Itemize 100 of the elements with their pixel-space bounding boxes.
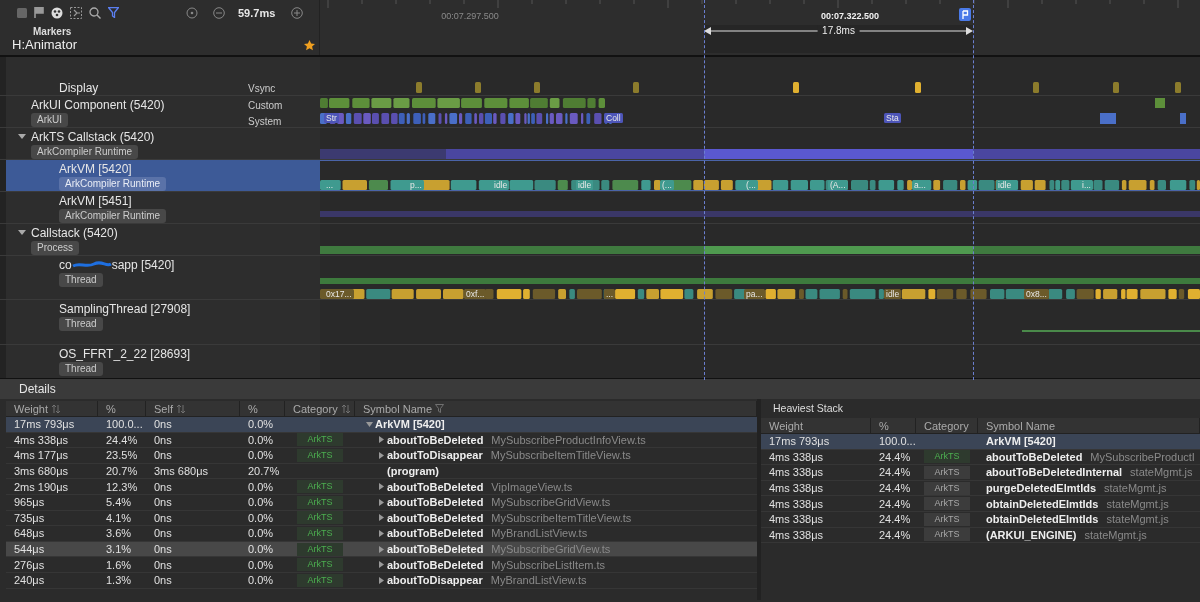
table-row[interactable]: 735μs 4.1% 0ns 0.0% ArkTS aboutToBeDeleted MySubscribeItemTitleView.ts (6, 510, 757, 527)
table-cell-text: 0ns (153, 527, 173, 540)
file-name: MySubscribeProductInfoView.ts (491, 433, 646, 446)
category-tag: ArkTS (297, 511, 343, 525)
symbol-name: aboutToBeDeleted (387, 511, 484, 524)
table-cell-text: 24.4% (105, 433, 139, 446)
column-header[interactable]: Category (916, 418, 978, 433)
file-name: MySubscribeGridView.ts (491, 543, 611, 556)
select-box-icon[interactable] (70, 6, 82, 19)
table-cell-text: 1.6% (105, 558, 133, 571)
search-icon[interactable] (89, 6, 101, 19)
table-cell-text: 0.0% (247, 433, 275, 446)
track-label: Vsync (248, 82, 277, 96)
table-cell-text: 4ms 338μs (768, 450, 825, 463)
table-cell-text: 4ms 338μs (768, 513, 825, 526)
file-name: stateMgmt.js (1106, 497, 1169, 510)
collapse-icon[interactable] (18, 133, 26, 141)
symbol-name: aboutToDisappear (387, 574, 483, 587)
table-row[interactable]: 3ms 680μs 20.7% 3ms 680μs 20.7% (program) (6, 463, 757, 480)
collapse-icon[interactable] (18, 229, 26, 237)
table-row[interactable]: 4ms 338μs 24.4% ArkTS aboutToBeDeleted MySubscribeProductI (761, 449, 1200, 466)
slice-label: p... (408, 180, 424, 190)
track-tag: ArkCompiler Runtime (59, 209, 167, 223)
table-row[interactable]: 648μs 3.6% 0ns 0.0% ArkTS aboutToBeDeleted MyBrandListView.ts (6, 526, 757, 542)
flag-icon[interactable] (34, 7, 44, 18)
sort-icon[interactable] (340, 403, 351, 414)
category-tag: ArkTS (297, 558, 343, 572)
column-header[interactable]: Symbol Name (355, 401, 757, 416)
table-row[interactable]: 4ms 338μs 24.4% ArkTS obtainDeletedElmtIds stateMgmt.js (761, 511, 1200, 528)
table-row[interactable]: 17ms 793μs 100.0... 0ns 0.0% ArkVM [5420] (6, 417, 757, 433)
track-tag: Thread (59, 362, 103, 376)
zoom-in-icon[interactable] (291, 6, 304, 19)
column-header[interactable]: Weight (6, 401, 98, 416)
table-cell-text: 1.3% (105, 574, 133, 587)
table-cell-text: 4ms 338μs (13, 433, 70, 446)
symbol-name: ArkVM [5420] (986, 435, 1056, 448)
file-name: MySubscribeItemTitleView.ts (491, 511, 632, 524)
range-duration: 17.8ms (817, 25, 860, 37)
table-row[interactable]: 965μs 5.4% 0ns 0.0% ArkTS aboutToBeDeleted MySubscribeGridView.ts (6, 494, 757, 511)
sort-icon[interactable] (51, 403, 62, 414)
table-row[interactable]: 2ms 190μs 12.3% 0ns 0.0% ArkTS aboutToBeDeleted VipImageView.ts (6, 479, 757, 495)
file-name: MySubscribeGridView.ts (491, 496, 611, 509)
slice-label: idle (576, 180, 594, 190)
marker-name: H:Animator (12, 37, 78, 53)
track-name: ArkUI Component (5420) (31, 98, 165, 112)
track-tag: ArkCompiler Runtime (59, 177, 167, 191)
category-tag: ArkTS (297, 526, 343, 540)
column-header[interactable]: % (98, 401, 146, 416)
table-cell-text: 965μs (13, 496, 46, 509)
table-row[interactable]: 4ms 338μs 24.4% 0ns 0.0% ArkTS aboutToBeDeleted MySubscribeProductInfoView.ts (6, 432, 757, 449)
symbol-name: aboutToBeDeleted (387, 543, 484, 556)
star-icon[interactable] (304, 40, 315, 51)
column-header[interactable]: % (240, 401, 285, 416)
category-tag: ArkTS (924, 512, 970, 526)
file-name: VipImageView.ts (491, 480, 573, 493)
table-row[interactable]: 4ms 338μs 24.4% ArkTS aboutToBeDeletedInternal stateMgmt.js (761, 465, 1200, 481)
reset-icon[interactable] (186, 6, 198, 19)
table-cell-text: 0.0% (247, 449, 275, 462)
filter-icon[interactable] (108, 7, 119, 18)
file-name: MySubscribeListItem.ts (491, 558, 606, 571)
table-row[interactable]: 4ms 338μs 24.4% ArkTS (ARKUI_ENGINE) stateMgmt.js (761, 527, 1200, 544)
table-cell-text: 24.4% (878, 450, 912, 463)
column-header[interactable]: Category (285, 401, 355, 416)
table-row[interactable]: 17ms 793μs 100.0... ArkVM [5420] (761, 434, 1200, 450)
column-header[interactable]: Symbol Name (978, 418, 1200, 433)
category-tag: ArkTS (297, 449, 343, 462)
file-name: stateMgmt.js (1084, 528, 1147, 541)
file-name: MySubscribeItemTitleView.ts (490, 449, 631, 462)
symbol-name: (ARKUI_ENGINE) (986, 528, 1077, 541)
symbol-name: ArkVM [5420] (375, 418, 445, 431)
track-tag: ArkUI (31, 113, 68, 127)
collapse-icon[interactable] (365, 420, 373, 428)
table-cell-text: 24.4% (878, 513, 912, 526)
zoom-out-icon[interactable] (213, 6, 225, 19)
table-cell-text: 20.7% (105, 465, 139, 478)
table-cell-text: 3ms 680μs (13, 465, 70, 478)
symbol-name: aboutToBeDeleted (387, 558, 484, 571)
panel-title: Details (0, 379, 1200, 399)
category-tag: ArkTS (297, 542, 343, 556)
column-header[interactable]: Weight (761, 418, 871, 433)
stop-icon[interactable] (17, 7, 27, 18)
slice-label: 0x8... (1024, 289, 1049, 299)
table-cell-text: 17ms 793μs (13, 418, 76, 431)
table-row[interactable]: 4ms 338μs 24.4% ArkTS purgeDeletedElmtIds stateMgmt.js (761, 480, 1200, 497)
table-row[interactable]: 4ms 177μs 23.5% 0ns 0.0% ArkTS aboutToDisappear MySubscribeItemTitleView.ts (6, 448, 757, 464)
category-tag: ArkTS (924, 466, 970, 479)
table-cell-text: 0.0% (247, 496, 275, 509)
sort-icon[interactable] (175, 403, 186, 414)
symbol-name: aboutToBeDeleted (387, 527, 484, 540)
table-row[interactable]: 240μs 1.3% 0ns 0.0% ArkTS aboutToDisappear MyBrandListView.ts (6, 572, 757, 589)
table-cell-text: 735μs (13, 511, 46, 524)
column-header[interactable]: % (871, 418, 916, 433)
file-name: MyBrandListView.ts (491, 527, 588, 540)
column-header[interactable]: Self (146, 401, 240, 416)
table-row[interactable]: 276μs 1.6% 0ns 0.0% ArkTS aboutToBeDeleted MySubscribeListItem.ts (6, 557, 757, 573)
filter-icon[interactable] (435, 404, 445, 413)
slice-label: idle (884, 289, 902, 299)
table-row[interactable]: 4ms 338μs 24.4% ArkTS obtainDeletedElmtIds stateMgmt.js (761, 496, 1200, 512)
table-cell-text: 0ns (153, 511, 173, 524)
symbol-name: aboutToBeDeleted (387, 496, 484, 509)
